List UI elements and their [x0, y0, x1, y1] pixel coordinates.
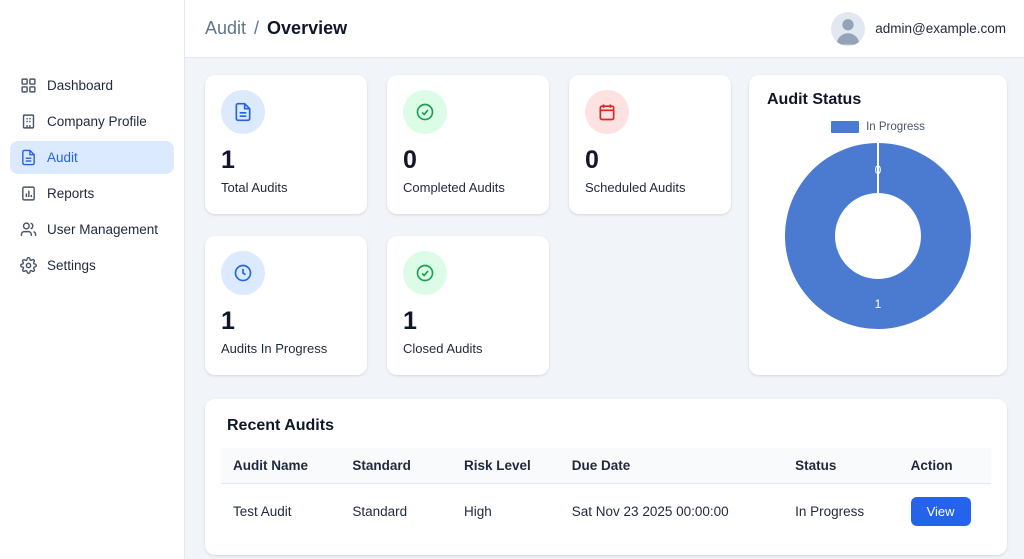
check-circle-icon [403, 90, 447, 134]
stat-label: Completed Audits [403, 179, 505, 195]
column-header-standard: Standard [340, 448, 452, 484]
user-email: admin@example.com [875, 21, 1006, 36]
sidebar-item-audit[interactable]: Audit [10, 141, 174, 174]
sidebar-item-label: Dashboard [47, 78, 114, 93]
legend-label: In Progress [866, 121, 925, 133]
sidebar-item-settings[interactable]: Settings [10, 249, 174, 282]
recent-audits-table: Audit Name Standard Risk Level Due Date … [221, 448, 991, 539]
check-circle-icon [403, 251, 447, 295]
stat-card-completed-audits: 0 Completed Audits [387, 75, 549, 214]
view-button[interactable]: View [910, 497, 971, 526]
table-header: Audit Name Standard Risk Level Due Date … [221, 448, 991, 484]
stat-value: 1 [403, 307, 417, 335]
sidebar-item-label: Audit [47, 150, 78, 165]
sidebar-nav: Dashboard Company Profile Audit Reports [0, 69, 184, 282]
content-area: 1 Total Audits 0 Completed Audits 0 Sche… [185, 58, 1024, 559]
audit-status-card: Audit Status In Progress 0 1 [749, 75, 1007, 375]
sidebar-item-company-profile[interactable]: Company Profile [10, 105, 174, 138]
cell-due-date: Sat Nov 23 2025 00:00:00 [571, 504, 729, 519]
topbar: Audit / Overview admin@example.com [185, 0, 1024, 58]
breadcrumb-current-page: Overview [267, 18, 348, 38]
stat-card-total-audits: 1 Total Audits [205, 75, 367, 214]
document-icon [221, 90, 265, 134]
stat-label: Closed Audits [403, 340, 483, 356]
legend-swatch-in-progress [831, 121, 860, 133]
stat-label: Scheduled Audits [585, 179, 686, 195]
users-icon [20, 221, 37, 238]
audit-status-title: Audit Status [767, 91, 862, 108]
stat-card-audits-in-progress: 1 Audits In Progress [205, 236, 367, 375]
cell-standard: Standard [352, 504, 408, 519]
cell-audit-name: Test Audit [233, 504, 292, 519]
stat-value: 1 [221, 307, 235, 335]
avatar [831, 11, 866, 46]
stat-label: Total Audits [221, 179, 288, 195]
breadcrumb: Audit / Overview [205, 18, 347, 39]
calendar-icon [585, 90, 629, 134]
sidebar-item-label: User Management [47, 222, 159, 237]
stat-card-closed-audits: 1 Closed Audits [387, 236, 549, 375]
donut-value-label-top: 0 [874, 163, 882, 177]
sidebar-item-dashboard[interactable]: Dashboard [10, 69, 174, 102]
sidebar-item-label: Reports [47, 186, 95, 201]
cell-action: View [899, 484, 991, 540]
column-header-due-date: Due Date [559, 448, 784, 484]
stat-card-scheduled-audits: 0 Scheduled Audits [569, 75, 731, 214]
report-chart-icon [20, 185, 37, 202]
main-column: Audit / Overview admin@example.com 1 Tot… [185, 0, 1024, 559]
breadcrumb-separator: / [254, 18, 260, 38]
chart-legend[interactable]: In Progress [767, 121, 989, 133]
audit-document-icon [20, 149, 37, 166]
app-root: Dashboard Company Profile Audit Reports [0, 0, 1024, 559]
user-menu[interactable]: admin@example.com [831, 11, 1006, 46]
top-grid: 1 Total Audits 0 Completed Audits 0 Sche… [205, 75, 1007, 375]
gear-icon [20, 257, 37, 274]
sidebar: Dashboard Company Profile Audit Reports [0, 0, 185, 559]
clock-icon [221, 251, 265, 295]
recent-audits-title: Recent Audits [227, 417, 334, 434]
column-header-action: Action [898, 448, 991, 484]
cell-status: In Progress [795, 504, 865, 519]
breadcrumb-section[interactable]: Audit [205, 18, 246, 39]
donut-value-label-bottom: 1 [874, 297, 882, 311]
donut-chart: 0 1 [785, 143, 971, 329]
stat-label: Audits In Progress [221, 340, 328, 356]
cell-risk-level: High [463, 504, 492, 519]
recent-audits-card: Recent Audits Audit Name Standard Risk L… [205, 399, 1007, 555]
column-header-audit-name: Audit Name [221, 448, 341, 484]
column-header-risk-level: Risk Level [451, 448, 560, 484]
sidebar-item-reports[interactable]: Reports [10, 177, 174, 210]
stats-grid: 1 Total Audits 0 Completed Audits 0 Sche… [205, 75, 731, 375]
column-header-status: Status [783, 448, 899, 484]
sidebar-item-label: Company Profile [47, 114, 147, 129]
stat-value: 0 [403, 146, 417, 174]
sidebar-item-user-management[interactable]: User Management [10, 213, 174, 246]
building-icon [20, 113, 37, 130]
stat-value: 0 [585, 146, 599, 174]
dashboard-icon [20, 77, 37, 94]
donut-hole [835, 193, 921, 279]
stat-value: 1 [221, 146, 235, 174]
table-row: Test Audit Standard High Sat Nov 23 2025… [221, 484, 991, 540]
sidebar-item-label: Settings [47, 258, 96, 273]
